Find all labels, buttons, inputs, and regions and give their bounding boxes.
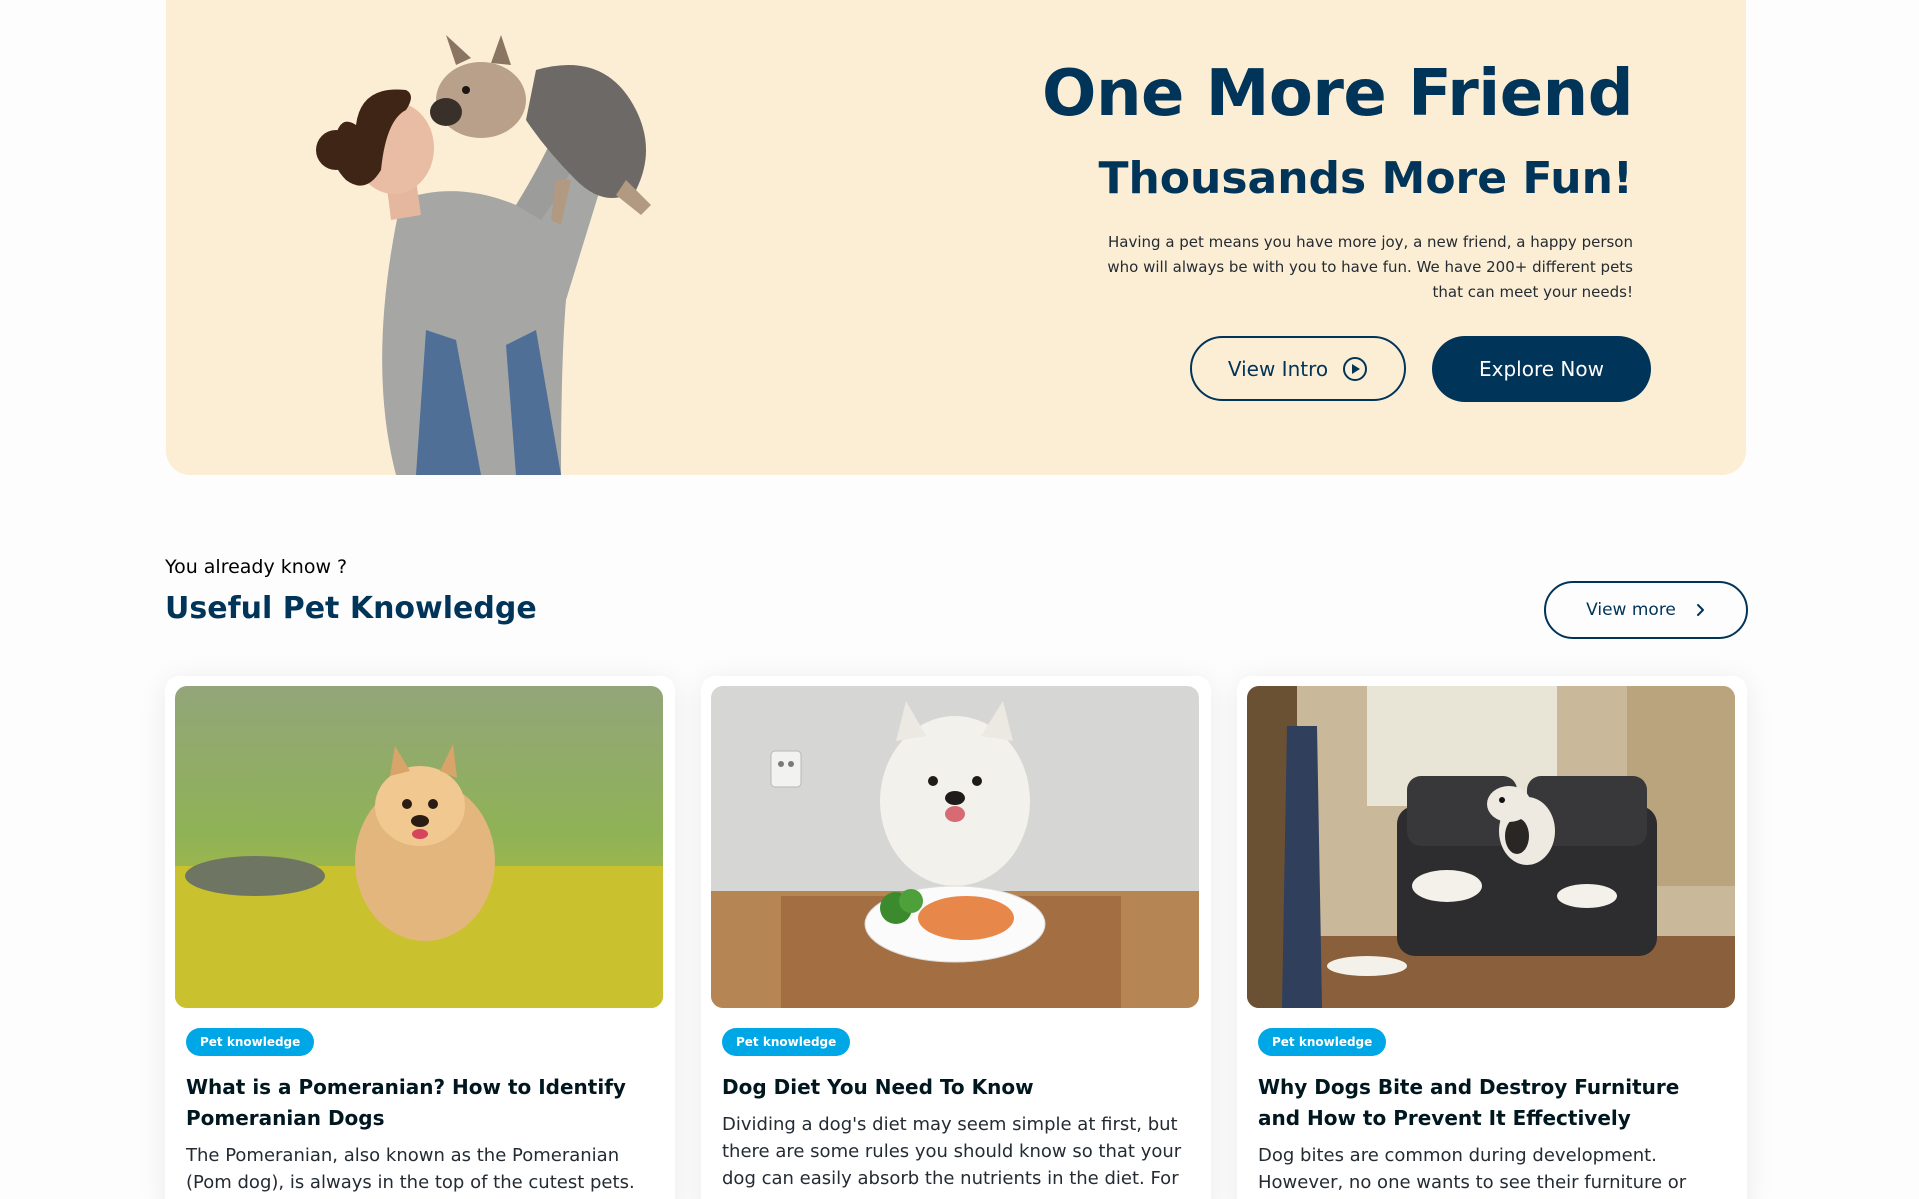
view-intro-button[interactable]: View Intro xyxy=(1190,336,1406,401)
card-title[interactable]: Why Dogs Bite and Destroy Furniture and … xyxy=(1258,1072,1728,1134)
hero-description: Having a pet means you have more joy, a … xyxy=(1107,233,1633,301)
section-eyebrow: You already know ? xyxy=(165,556,348,578)
chevron-right-icon xyxy=(1696,604,1704,616)
hero-subtitle: Thousands More Fun! xyxy=(1098,153,1633,204)
knowledge-card[interactable]: Pet knowledge Dog Diet You Need To Know … xyxy=(701,676,1211,1199)
section-title: Useful Pet Knowledge xyxy=(165,591,537,626)
woman-holding-dog-illustration xyxy=(316,35,651,475)
hero-banner: One More Friend Thousands More Fun! Havi… xyxy=(166,0,1746,475)
explore-now-button[interactable]: Explore Now xyxy=(1432,336,1651,402)
card-excerpt: The Pomeranian, also known as the Pomera… xyxy=(186,1145,635,1193)
category-badge[interactable]: Pet knowledge xyxy=(186,1028,315,1056)
samoyed-dinner-image[interactable] xyxy=(711,686,1199,1008)
card-excerpt: Dividing a dog's diet may seem simple at… xyxy=(722,1114,1182,1189)
play-circle-icon xyxy=(1343,356,1368,381)
hero-title: One More Friend xyxy=(1042,57,1633,131)
view-intro-label: View Intro xyxy=(1227,356,1329,381)
knowledge-card[interactable]: Pet knowledge What is a Pomeranian? How … xyxy=(165,676,675,1199)
knowledge-card[interactable]: Pet knowledge Why Dogs Bite and Destroy … xyxy=(1237,676,1747,1199)
view-more-button[interactable]: View more xyxy=(1544,581,1748,639)
destroyed-sofa-image[interactable] xyxy=(1247,686,1735,1008)
pomeranian-image[interactable] xyxy=(175,686,663,1008)
card-title[interactable]: Dog Diet You Need To Know xyxy=(722,1072,1192,1103)
category-badge[interactable]: Pet knowledge xyxy=(722,1028,851,1056)
card-title[interactable]: What is a Pomeranian? How to Identify Po… xyxy=(186,1072,656,1134)
card-excerpt: Dog bites are common during development.… xyxy=(1258,1145,1687,1193)
category-badge[interactable]: Pet knowledge xyxy=(1258,1028,1387,1056)
view-more-label: View more xyxy=(1586,600,1676,620)
explore-now-label: Explore Now xyxy=(1479,357,1604,381)
